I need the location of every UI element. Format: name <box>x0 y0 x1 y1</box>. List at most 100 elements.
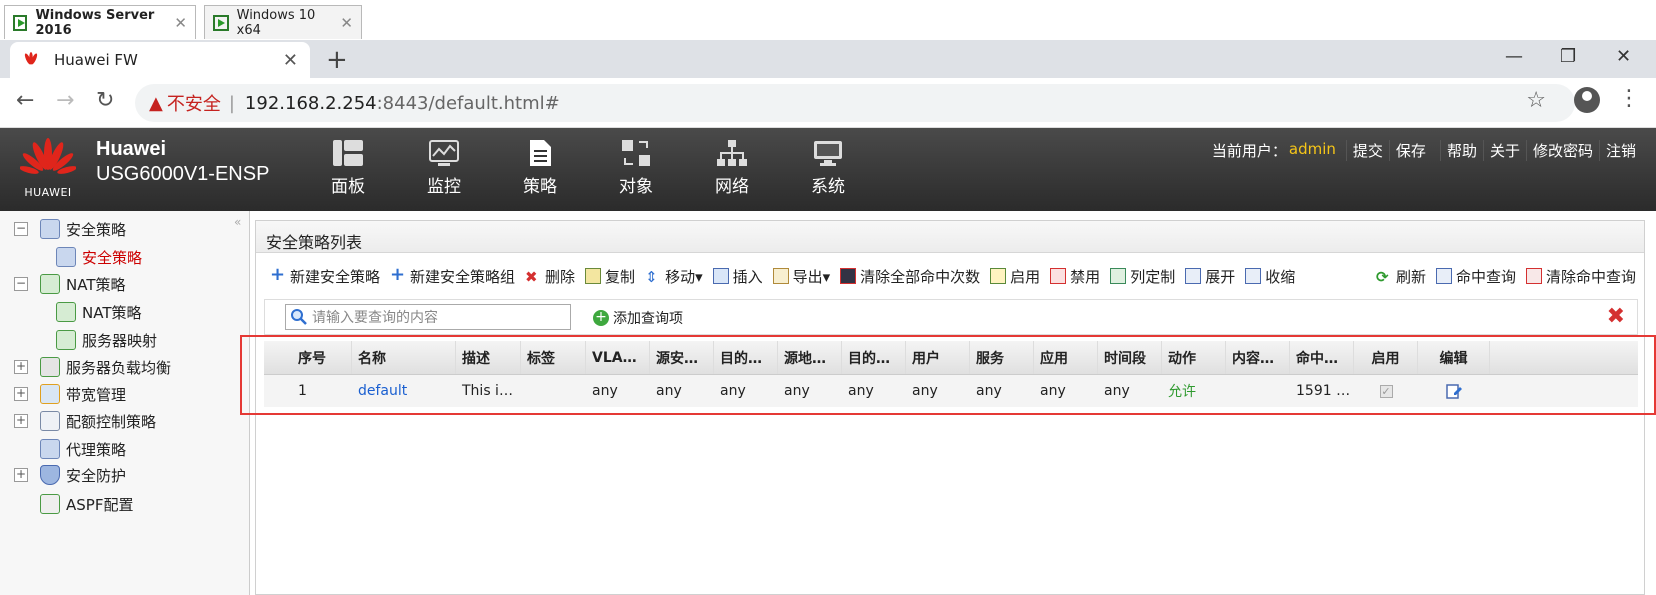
clear-hit-query-button[interactable]: 清除命中查询 <box>1525 266 1636 287</box>
tree-item-bandwidth[interactable]: + 带宽管理 <box>14 382 126 406</box>
vm-tab-windows-10[interactable]: Windows 10 x64 ✕ <box>204 5 362 39</box>
nav-system[interactable]: 系统 <box>780 138 876 197</box>
restore-icon[interactable]: ❐ <box>1560 46 1576 67</box>
copy-button[interactable]: 复制 <box>585 266 635 287</box>
new-policy-button[interactable]: + 新建安全策略 <box>270 266 380 287</box>
add-query-button[interactable]: + 添加查询项 <box>593 308 683 328</box>
col-header-enabled[interactable]: 启用 <box>1354 341 1418 374</box>
forward-icon[interactable]: → <box>56 88 74 113</box>
tree-item-server-load-balancing[interactable]: + 服务器负载均衡 <box>14 355 171 379</box>
tree-item-proxy-policy[interactable]: 代理策略 <box>40 437 126 461</box>
back-icon[interactable]: ← <box>16 88 34 113</box>
profile-avatar-icon[interactable] <box>1574 87 1600 113</box>
expand-button[interactable]: 展开 <box>1185 266 1235 287</box>
reload-icon[interactable]: ↻ <box>96 88 114 113</box>
close-icon[interactable]: ✕ <box>174 14 187 32</box>
nav-label: 面板 <box>331 177 365 197</box>
cell-name-link[interactable]: default <box>352 375 456 407</box>
commit-link[interactable]: 提交 <box>1345 140 1389 161</box>
close-icon[interactable]: ✕ <box>283 50 298 71</box>
warning-icon[interactable]: ▲ <box>149 93 163 114</box>
col-header-dst-zone[interactable]: 目的… <box>714 341 778 374</box>
tree-item-server-mapping[interactable]: 服务器映射 <box>56 328 157 352</box>
col-header-src-zone[interactable]: 源安… <box>650 341 714 374</box>
enable-button[interactable]: 启用 <box>990 266 1040 287</box>
close-icon[interactable]: ✕ <box>340 14 353 32</box>
collapse-sidebar-icon[interactable]: « <box>234 215 241 229</box>
disable-button[interactable]: 禁用 <box>1050 266 1100 287</box>
button-label: 插入 <box>732 267 763 286</box>
expand-toggle-icon[interactable]: + <box>14 468 28 482</box>
insert-button[interactable]: 插入 <box>712 266 763 287</box>
col-header-name[interactable]: 名称 <box>352 341 456 374</box>
expand-icon <box>1185 268 1202 284</box>
security-label[interactable]: 不安全 <box>167 90 221 116</box>
tree-item-quota-control[interactable]: + 配额控制策略 <box>14 409 156 433</box>
minimize-icon[interactable]: — <box>1505 46 1523 67</box>
export-button[interactable]: 导出▾ <box>772 266 830 287</box>
cell-hits: 1591 … <box>1296 383 1351 399</box>
about-link[interactable]: 关于 <box>1482 140 1526 161</box>
logout-link[interactable]: 注销 <box>1598 140 1642 161</box>
delete-button[interactable]: ✖ 删除 <box>525 266 575 287</box>
col-header-user[interactable]: 用户 <box>906 341 970 374</box>
clear-all-hits-button[interactable]: 清除全部命中次数 <box>840 266 980 287</box>
enabled-checkbox[interactable]: ✓ <box>1379 384 1393 398</box>
col-header-index[interactable]: 序号 <box>264 341 352 374</box>
col-header-time[interactable]: 时间段 <box>1098 341 1162 374</box>
table-row[interactable]: 1 default This i… any any any any any an… <box>264 375 1638 407</box>
column-custom-button[interactable]: 列定制 <box>1110 266 1175 287</box>
col-header-edit[interactable]: 编辑 <box>1418 341 1490 374</box>
tree-item-security-policy-group[interactable]: − 安全策略 <box>14 217 126 241</box>
address-bar[interactable]: ▲ 不安全 | 192.168.2.254 :8443/default.html… <box>135 84 1575 122</box>
bookmark-star-icon[interactable]: ☆ <box>1526 88 1546 113</box>
nav-dashboard[interactable]: 面板 <box>300 138 396 197</box>
menu-kebab-icon[interactable]: ⋮ <box>1618 86 1640 111</box>
hit-query-button[interactable]: 命中查询 <box>1435 266 1516 287</box>
expand-toggle-icon[interactable]: + <box>14 414 28 428</box>
col-header-content[interactable]: 内容… <box>1226 341 1290 374</box>
tree-item-aspf[interactable]: ASPF配置 <box>40 492 133 516</box>
tree-item-security-protection[interactable]: + 安全防护 <box>14 463 126 487</box>
tree-item-nat-policy[interactable]: NAT策略 <box>56 300 141 324</box>
col-header-src-addr[interactable]: 源地… <box>778 341 842 374</box>
nav-network[interactable]: 网络 <box>684 138 780 197</box>
nav-policy[interactable]: 策略 <box>492 138 588 197</box>
browser-tab[interactable]: Huawei FW ✕ <box>10 42 310 78</box>
col-header-dst-addr[interactable]: 目的… <box>842 341 906 374</box>
tree-label: 带宽管理 <box>66 385 127 404</box>
window-close-icon[interactable]: ✕ <box>1616 46 1631 67</box>
change-password-link[interactable]: 修改密码 <box>1525 140 1599 161</box>
cell-src-addr: any <box>784 383 810 399</box>
nav-monitor[interactable]: 监控 <box>396 138 492 197</box>
col-header-app[interactable]: 应用 <box>1034 341 1098 374</box>
tree-label: 安全策略 <box>66 220 127 239</box>
move-button[interactable]: ⇕ 移动▾ <box>645 266 703 287</box>
edit-icon[interactable] <box>1445 382 1463 400</box>
new-tab-icon[interactable]: + <box>326 45 348 75</box>
new-policy-group-button[interactable]: + 新建安全策略组 <box>390 266 515 287</box>
tree-item-security-policy[interactable]: 安全策略 <box>56 245 142 269</box>
network-icon <box>717 140 747 166</box>
collapse-toggle-icon[interactable]: − <box>14 277 28 291</box>
save-link[interactable]: 保存 <box>1388 140 1432 161</box>
refresh-button[interactable]: ⟳ 刷新 <box>1376 266 1426 287</box>
expand-toggle-icon[interactable]: + <box>14 360 28 374</box>
collapse-button[interactable]: 收缩 <box>1245 266 1295 287</box>
col-header-tag[interactable]: 标签 <box>521 341 586 374</box>
col-header-description[interactable]: 描述 <box>456 341 521 374</box>
help-link[interactable]: 帮助 <box>1439 140 1483 161</box>
col-header-service[interactable]: 服务 <box>970 341 1034 374</box>
collapse-toggle-icon[interactable]: − <box>14 222 28 236</box>
col-header-hits[interactable]: 命中… <box>1290 341 1354 374</box>
search-placeholder: 请输入要查询的内容 <box>312 310 438 326</box>
search-input[interactable]: 请输入要查询的内容 <box>285 304 571 330</box>
tree-item-nat-group[interactable]: − NAT策略 <box>14 272 125 296</box>
object-icon <box>622 140 650 166</box>
expand-toggle-icon[interactable]: + <box>14 387 28 401</box>
col-header-action[interactable]: 动作 <box>1162 341 1226 374</box>
vm-tab-windows-server[interactable]: Windows Server 2016 ✕ <box>4 5 196 39</box>
close-search-icon[interactable]: ✖ <box>1607 306 1625 328</box>
nav-object[interactable]: 对象 <box>588 138 684 197</box>
col-header-vlan[interactable]: VLA… <box>586 341 650 374</box>
